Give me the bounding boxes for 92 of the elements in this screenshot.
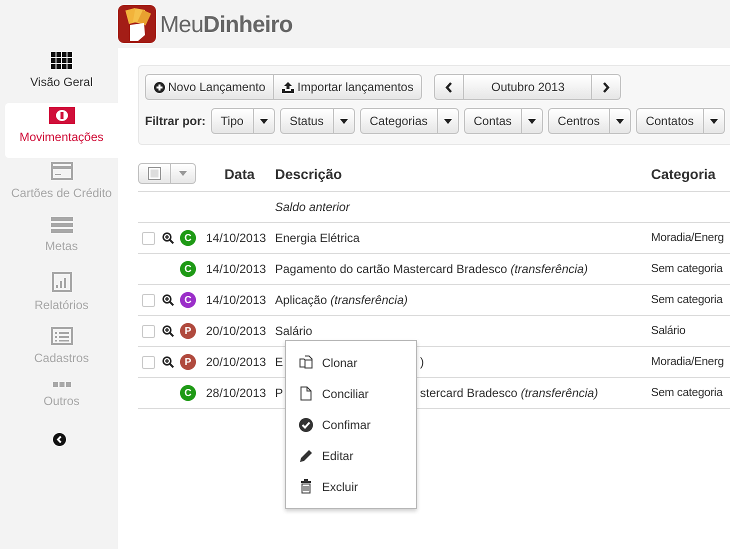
table-cell: Salário bbox=[651, 324, 686, 337]
filter-button[interactable]: Categorias bbox=[360, 108, 438, 134]
menu-item[interactable]: Excluir bbox=[286, 471, 416, 502]
chevron-left-icon bbox=[445, 82, 454, 92]
zoom-in-icon[interactable] bbox=[162, 356, 174, 368]
next-button[interactable] bbox=[592, 74, 622, 100]
upload-icon bbox=[282, 82, 294, 92]
dropdown-toggle[interactable] bbox=[438, 108, 459, 134]
grid-icon bbox=[51, 52, 72, 69]
stacked-bars-icon bbox=[50, 217, 72, 233]
table-cell: E bbox=[275, 354, 284, 368]
column-header: Descrição bbox=[275, 166, 342, 182]
table-cell: 14/10/2013 bbox=[206, 292, 266, 306]
table-cell: P bbox=[275, 386, 284, 400]
table-cell: 20/10/2013 bbox=[206, 354, 266, 368]
table-cell: 20/10/2013 bbox=[206, 324, 266, 338]
status-badge: P bbox=[180, 354, 196, 370]
table-cell: Pagamento do cartão Mastercard Bradesco (transferência) bbox=[275, 262, 588, 276]
row-checkbox[interactable] bbox=[142, 232, 155, 245]
row-checkbox[interactable] bbox=[142, 324, 155, 338]
dropdown-toggle[interactable] bbox=[334, 108, 355, 134]
bar-chart-icon bbox=[52, 272, 72, 292]
list-icon bbox=[50, 327, 72, 345]
checkbox-icon bbox=[148, 167, 161, 180]
table-cell: Sem categoria bbox=[651, 386, 723, 399]
sidebar-item[interactable]: Visão Geral bbox=[5, 48, 118, 103]
filter-button[interactable]: Contatos bbox=[636, 108, 704, 134]
logo-text: MeuDinheiro bbox=[160, 10, 293, 39]
filter-button[interactable]: Status bbox=[280, 108, 334, 134]
credit-card-icon bbox=[50, 162, 72, 180]
filter-button[interactable]: Tipo bbox=[210, 108, 254, 134]
zoom-in-icon[interactable] bbox=[162, 294, 174, 306]
table-cell: Moradia/Energ bbox=[651, 356, 724, 368]
collapse-icon[interactable] bbox=[52, 433, 66, 446]
plus-circle-icon bbox=[154, 82, 165, 92]
menu-item[interactable]: Editar bbox=[286, 440, 416, 471]
caret-icon bbox=[179, 171, 187, 176]
caret-icon bbox=[260, 118, 268, 124]
filter-button[interactable]: Centros bbox=[548, 108, 610, 134]
dropdown-toggle[interactable] bbox=[610, 108, 631, 134]
caret-icon bbox=[710, 118, 718, 124]
copy-icon bbox=[299, 355, 313, 370]
table-cell: 14/10/2013 bbox=[206, 230, 266, 244]
caret-icon bbox=[340, 118, 348, 124]
zoom-in-icon[interactable] bbox=[162, 232, 174, 244]
document-icon bbox=[300, 386, 312, 401]
month-button[interactable]: Outubro 2013 bbox=[464, 74, 592, 100]
row-checkbox[interactable] bbox=[142, 294, 155, 307]
dropdown-toggle[interactable] bbox=[522, 108, 543, 134]
status-badge: C bbox=[180, 292, 196, 308]
menu-item[interactable]: Clonar bbox=[286, 347, 416, 378]
dropdown-toggle[interactable] bbox=[171, 163, 196, 184]
menu-item[interactable]: Confimar bbox=[286, 409, 416, 440]
pencil-icon bbox=[299, 448, 313, 462]
status-badge: C bbox=[180, 261, 196, 278]
caret-icon bbox=[528, 118, 536, 124]
table-cell: Moradia/Energ bbox=[651, 232, 724, 244]
chevron-right-icon bbox=[602, 82, 610, 92]
table-cell: Aplicação (transferência) bbox=[275, 292, 408, 306]
status-badge: C bbox=[180, 230, 196, 246]
table-cell: Salário bbox=[275, 324, 312, 338]
toolbar-button[interactable]: Importar lançamentos bbox=[274, 74, 422, 100]
more-icon bbox=[52, 382, 70, 388]
table-cell: Sem categoria bbox=[651, 262, 723, 275]
previous-button[interactable] bbox=[434, 74, 464, 100]
filter-button[interactable]: Contas bbox=[464, 108, 522, 134]
table-cell: Energia Elétrica bbox=[275, 230, 360, 244]
filter-label: Filtrar por: bbox=[145, 113, 206, 130]
caret-icon bbox=[616, 118, 624, 124]
caret-icon bbox=[444, 118, 452, 124]
logo-icon bbox=[118, 5, 156, 43]
table-cell: Sem categoria bbox=[651, 294, 723, 306]
row-checkbox[interactable] bbox=[142, 356, 155, 369]
banknote-icon bbox=[48, 107, 74, 124]
dropdown-toggle[interactable] bbox=[254, 108, 275, 134]
table-cell: 14/10/2013 bbox=[206, 262, 266, 276]
select-all-checkbox[interactable] bbox=[138, 163, 171, 184]
trash-icon bbox=[300, 479, 312, 494]
table-cell: 28/10/2013 bbox=[206, 386, 266, 400]
table-cell: Saldo anterior bbox=[275, 200, 350, 214]
table-cell: stercard Bradesco (transferência) bbox=[420, 386, 598, 400]
status-badge: C bbox=[180, 385, 196, 402]
column-header: Categoria bbox=[651, 166, 716, 182]
zoom-in-icon[interactable] bbox=[162, 325, 174, 338]
check-circle-icon bbox=[299, 418, 313, 432]
toolbar-button[interactable]: Novo Lançamento bbox=[145, 74, 274, 100]
dropdown-toggle[interactable] bbox=[704, 108, 725, 134]
sidebar-item[interactable]: Movimentações bbox=[5, 103, 118, 158]
table-cell: ) bbox=[420, 354, 424, 368]
column-header: Data bbox=[224, 166, 255, 182]
menu-item[interactable]: Conciliar bbox=[286, 378, 416, 409]
status-badge: P bbox=[180, 323, 196, 340]
